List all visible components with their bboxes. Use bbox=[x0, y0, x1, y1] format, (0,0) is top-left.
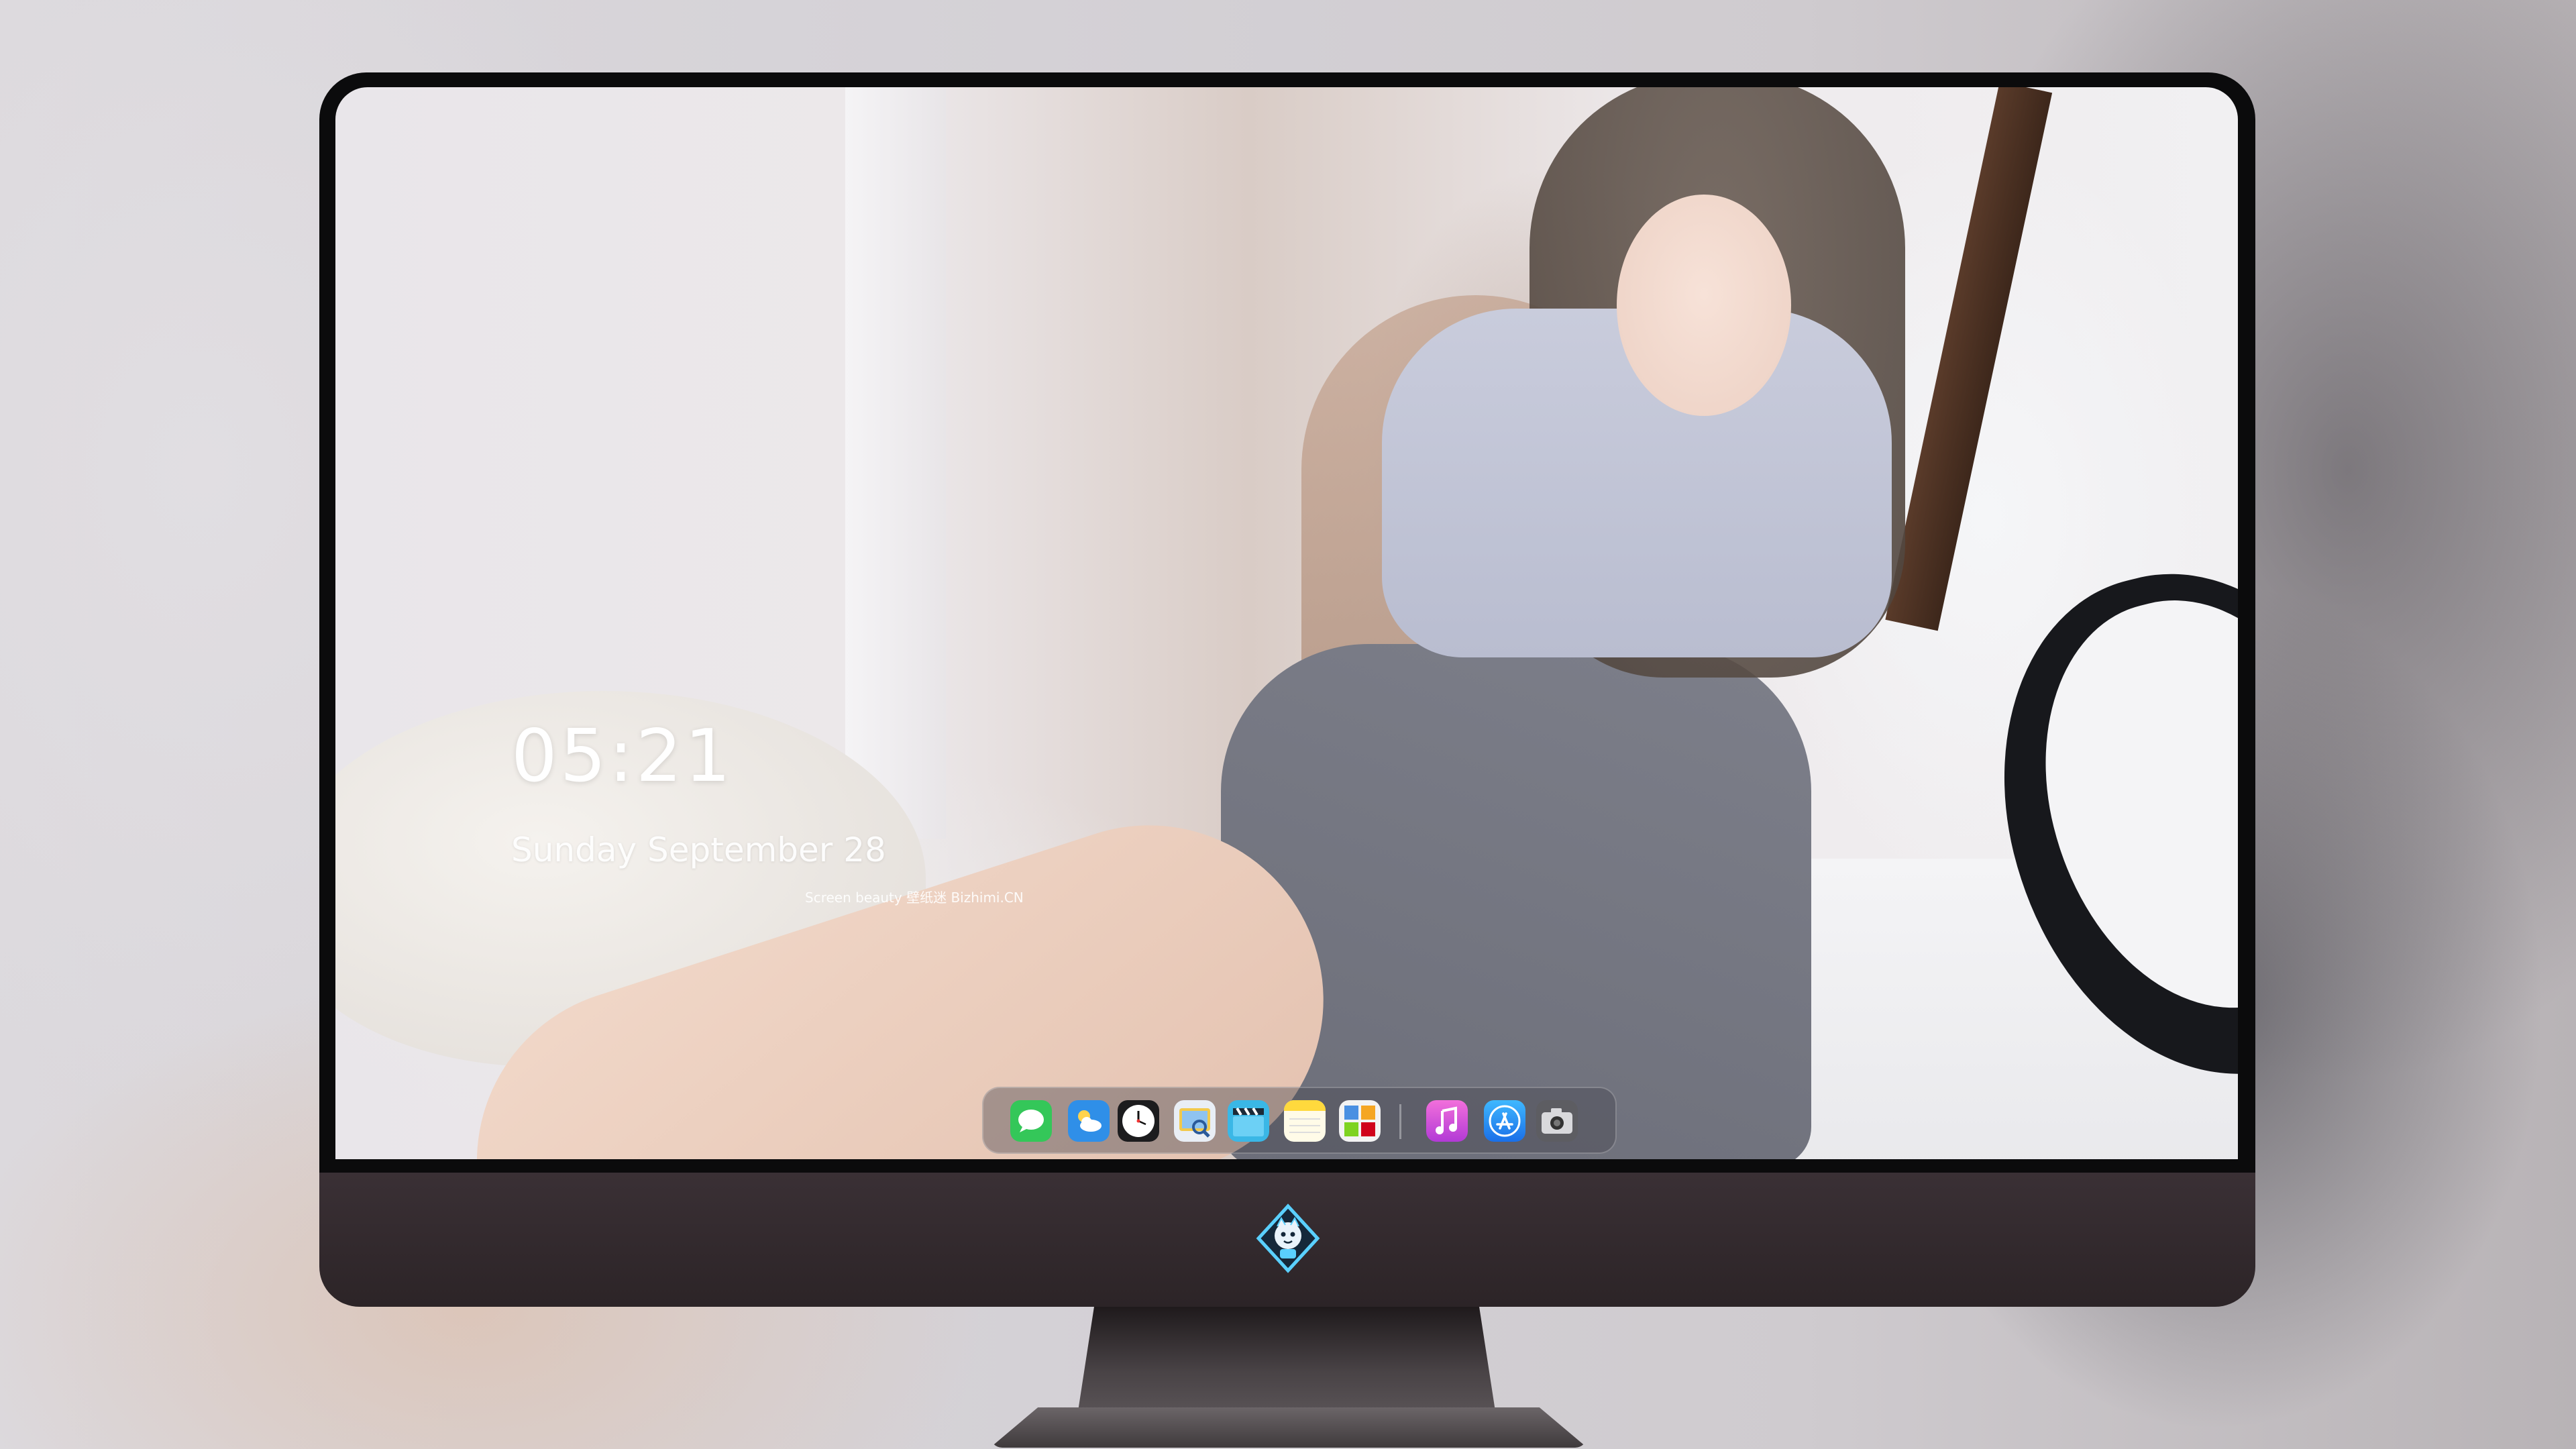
clapperboard-icon[interactable] bbox=[1228, 1100, 1269, 1142]
wallpaper-guitar-neck bbox=[1885, 87, 2053, 631]
camera-icon[interactable] bbox=[1536, 1100, 1578, 1142]
lockscreen-date: Sunday September 28 bbox=[511, 830, 886, 869]
wallpaper-figure-face bbox=[1617, 195, 1791, 416]
music-icon[interactable] bbox=[1426, 1100, 1468, 1142]
photos-grid-icon[interactable] bbox=[1339, 1100, 1381, 1142]
monitor-stand-neck bbox=[1077, 1307, 1496, 1415]
wallpaper-wall-panel bbox=[845, 87, 946, 839]
dock bbox=[982, 1087, 1617, 1154]
clock-icon[interactable] bbox=[1118, 1100, 1159, 1142]
dock-divider bbox=[1399, 1104, 1401, 1139]
desktop-background: 05:21 Sunday September 28 Screen beauty … bbox=[0, 0, 2576, 1449]
app-store-icon[interactable] bbox=[1484, 1100, 1525, 1142]
preview-icon[interactable] bbox=[1174, 1100, 1216, 1142]
mascot-logo-icon bbox=[1253, 1203, 1323, 1273]
weather-icon[interactable] bbox=[1068, 1100, 1110, 1142]
notes-icon[interactable] bbox=[1284, 1100, 1326, 1142]
monitor-frame: 05:21 Sunday September 28 Screen beauty … bbox=[319, 72, 2255, 1448]
monitor-stand-base bbox=[990, 1407, 1587, 1448]
lockscreen-time: 05:21 bbox=[511, 714, 734, 798]
messages-icon[interactable] bbox=[1010, 1100, 1052, 1142]
wallpaper-figure-dress bbox=[1221, 644, 1811, 1159]
screen-wallpaper: 05:21 Sunday September 28 Screen beauty … bbox=[335, 87, 2238, 1159]
monitor-chin bbox=[319, 1173, 2255, 1307]
wallpaper-credit: Screen beauty 壁纸迷 Bizhimi.CN bbox=[805, 890, 1024, 906]
